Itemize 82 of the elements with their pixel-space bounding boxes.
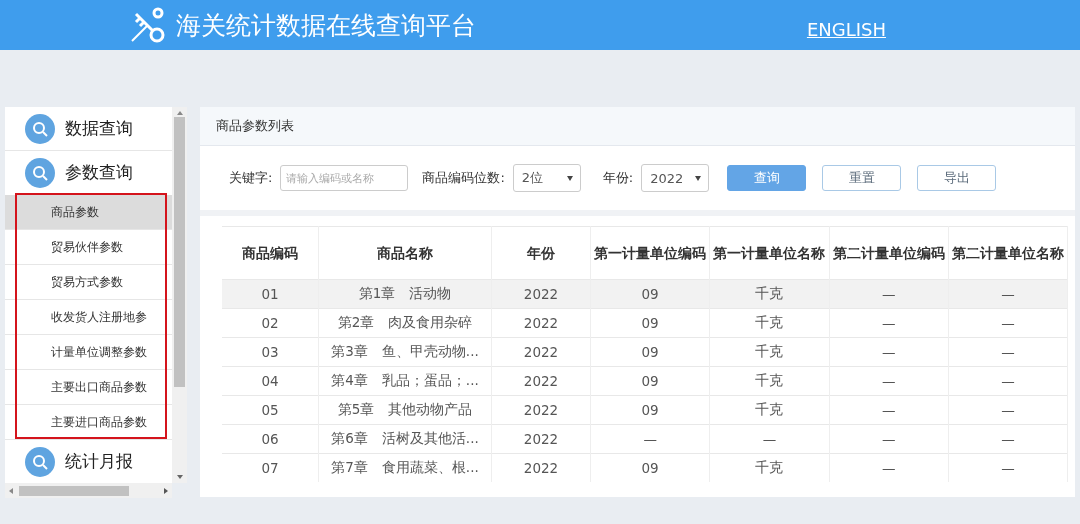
table-cell: 2022 xyxy=(491,337,591,367)
table-cell: — xyxy=(948,308,1068,338)
column-header: 第一计量单位名称 xyxy=(709,226,829,280)
table-cell: 02 xyxy=(222,308,319,338)
table-cell: — xyxy=(829,337,949,367)
search-icon xyxy=(25,446,55,477)
column-header: 年份 xyxy=(491,226,591,280)
field-label: 年份: xyxy=(602,169,634,187)
table-cell: — xyxy=(948,424,1068,454)
table-cell: 2022 xyxy=(491,279,591,309)
table-cell: 03 xyxy=(222,337,319,367)
table-cell: — xyxy=(948,395,1068,425)
table-cell: — xyxy=(948,279,1068,309)
table-cell: — xyxy=(709,424,829,454)
table-cell: 第2章 肉及食用杂碎 xyxy=(318,308,492,338)
table-cell: 04 xyxy=(222,366,319,396)
column-header: 商品编码 xyxy=(222,226,319,280)
action-button[interactable]: 导出 xyxy=(917,165,997,191)
table-cell: — xyxy=(590,424,710,454)
table-cell: 2022 xyxy=(491,453,591,482)
table-cell: — xyxy=(948,453,1068,482)
table-cell: 千克 xyxy=(709,279,829,309)
caret-icon xyxy=(695,176,702,181)
table-cell: 09 xyxy=(590,337,710,367)
table-cell: 2022 xyxy=(491,308,591,338)
table-cell: — xyxy=(948,337,1068,367)
table-cell: 2022 xyxy=(491,366,591,396)
table-cell: 01 xyxy=(222,279,319,309)
field-label: 关键字: xyxy=(229,169,273,187)
table-cell: — xyxy=(829,395,949,425)
table-cell: 06 xyxy=(222,424,319,454)
panel-title: 商品参数列表 xyxy=(216,117,294,135)
table-row[interactable]: 02 第2章 肉及食用杂碎 2022 09 千克 — — xyxy=(222,308,1068,338)
table-cell: 09 xyxy=(590,453,710,482)
table-cell: 第4章 乳品；蛋品；... xyxy=(318,366,492,396)
table-cell: 09 xyxy=(590,279,710,309)
table-row[interactable]: 07 第7章 食用蔬菜、根... 2022 09 千克 — — xyxy=(222,453,1068,482)
table-cell: 第7章 食用蔬菜、根... xyxy=(318,453,492,482)
scrollbar[interactable] xyxy=(5,483,172,498)
table-cell: 05 xyxy=(222,395,319,425)
column-header: 第一计量单位编码 xyxy=(590,226,710,280)
search-icon xyxy=(25,113,55,144)
caret-icon xyxy=(566,176,573,181)
sidebar-item[interactable]: 商品参数 xyxy=(5,195,172,230)
table-row[interactable]: 03 第3章 鱼、甲壳动物... 2022 09 千克 — — xyxy=(222,337,1068,367)
table-cell: 千克 xyxy=(709,337,829,367)
column-header: 第二计量单位名称 xyxy=(948,226,1068,280)
table-cell: 09 xyxy=(590,395,710,425)
table-cell: 千克 xyxy=(709,366,829,396)
table-cell: 2022 xyxy=(491,395,591,425)
table-cell: 09 xyxy=(590,366,710,396)
dropdown[interactable]: 2位 xyxy=(512,164,581,192)
table-cell: 第1章 活动物 xyxy=(318,279,492,309)
table-row[interactable]: 06 第6章 活树及其他活... 2022 — — — — xyxy=(222,424,1068,454)
dropdown[interactable]: 2022 xyxy=(641,164,710,192)
table-row[interactable]: 04 第4章 乳品；蛋品；... 2022 09 千克 — — xyxy=(222,366,1068,396)
table-cell: 千克 xyxy=(709,308,829,338)
search-icon xyxy=(25,157,55,188)
field-label: 商品编码位数: xyxy=(422,169,505,187)
table-cell: — xyxy=(948,366,1068,396)
table-cell: — xyxy=(829,366,949,396)
site-title: 海关统计数据在线查询平台 xyxy=(176,9,476,42)
search-field[interactable]: 请输入编码或名称 xyxy=(280,165,409,191)
table-cell: 09 xyxy=(590,308,710,338)
scrollbar[interactable] xyxy=(172,107,187,483)
column-header: 商品名称 xyxy=(318,226,492,280)
table-cell: — xyxy=(829,279,949,309)
table-cell: 第5章 其他动物产品 xyxy=(318,395,492,425)
sidebar-group[interactable]: 数据查询 xyxy=(5,107,172,151)
table-cell: 千克 xyxy=(709,453,829,482)
table-row[interactable]: 05 第5章 其他动物产品 2022 09 千克 — — xyxy=(222,395,1068,425)
table-cell: — xyxy=(829,308,949,338)
table-cell: — xyxy=(829,453,949,482)
table-cell: 第3章 鱼、甲壳动物... xyxy=(318,337,492,367)
table-cell: 千克 xyxy=(709,395,829,425)
table-cell: — xyxy=(829,424,949,454)
table-cell: 07 xyxy=(222,453,319,482)
column-header: 第二计量单位编码 xyxy=(829,226,949,280)
table-cell: 第6章 活树及其他活... xyxy=(318,424,492,454)
table-row[interactable]: 01 第1章 活动物 2022 09 千克 — — xyxy=(222,279,1068,309)
action-button[interactable]: 重置 xyxy=(822,165,902,191)
table-cell: 2022 xyxy=(491,424,591,454)
